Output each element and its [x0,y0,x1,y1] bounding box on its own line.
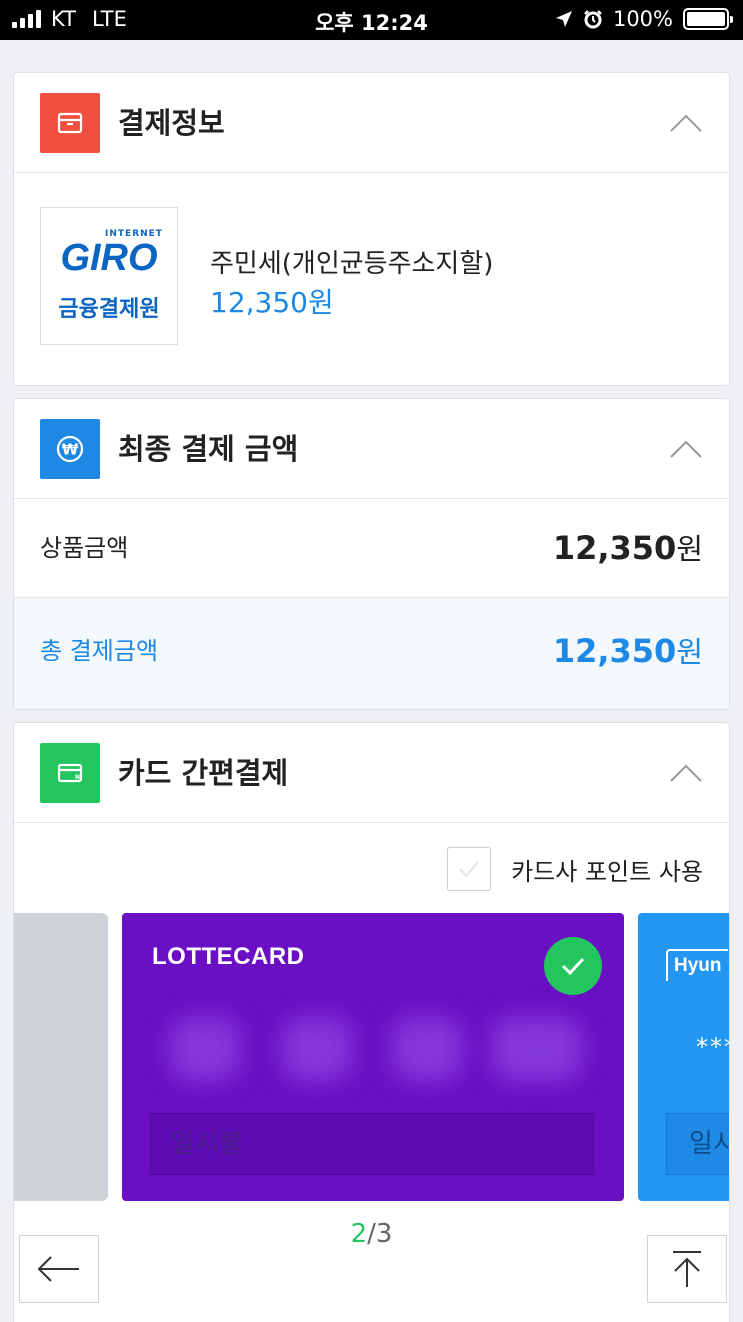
total-amount-number: 12,350 [552,632,677,670]
section-title: 결제정보 [118,106,225,140]
installment-select[interactable]: 일시불 [150,1113,594,1175]
product-amount-number: 12,350 [552,529,677,567]
section-title: 최종 결제 금액 [118,432,299,466]
chevron-up-icon[interactable] [669,111,703,133]
status-right: 100% [555,7,733,31]
won-icon: ₩ [40,419,100,479]
chevron-up-icon[interactable] [669,437,703,459]
total-amount-unit: 원 [676,635,703,669]
card-selected-icon [544,937,602,995]
card-points-option[interactable]: 카드사 포인트 사용 [447,847,703,891]
section-title: 카드 간편결제 [118,756,289,790]
card-pager: 2/3 [14,1219,729,1249]
total-amount-row: 총 결제금액 12,350원 [14,597,729,709]
svg-text:₩: ₩ [62,441,79,459]
back-button[interactable] [19,1235,99,1303]
card-slide-next[interactable]: Hyun *** 일시 [638,913,729,1201]
battery-icon [683,8,733,30]
check-icon [459,861,479,878]
masked-card-number-3 [392,1017,462,1081]
masked-card-number-4 [492,1017,582,1081]
pager-total: /3 [367,1219,393,1249]
masked-card-number-2 [282,1017,352,1081]
scroll-top-icon [673,1251,701,1287]
svg-text:N: N [75,774,80,781]
card-points-label: 카드사 포인트 사용 [511,857,703,886]
card-pay-section: N 카드 간편결제 카드사 포인트 사용 LOTTECARD 일시불 Hyun … [13,722,730,1322]
payment-info-section: 결제정보 INTERNET GIRO 금융결제원 주민세(개인균등주소지할) 1… [13,72,730,386]
status-bar: KT LTE 오후 12:24 100% [0,0,743,40]
next-card-brand: Hyun [666,949,728,981]
final-amount-header[interactable]: ₩ 최종 결제 금액 [14,399,729,499]
logo-korean-text: 금융결제원 [58,297,160,322]
box-icon [40,93,100,153]
total-amount-value: 12,350원 [553,598,703,705]
final-amount-section: ₩ 최종 결제 금액 상품금액 12,350원 총 결제금액 12,350원 [13,398,730,710]
product-name: 주민세(개인균등주소지할) [210,249,494,279]
back-arrow-icon [37,1256,79,1282]
product-amount-label: 상품금액 [40,534,129,562]
product-amount-unit: 원 [676,532,703,566]
payment-info-header[interactable]: 결제정보 [14,73,729,173]
card-icon: N [40,743,100,803]
pager-current: 2 [350,1219,368,1249]
next-card-installment[interactable]: 일시 [666,1113,729,1175]
card-pay-header[interactable]: N 카드 간편결제 [14,723,729,823]
total-amount-label: 총 결제금액 [40,637,159,665]
merchant-logo: INTERNET GIRO 금융결제원 [40,207,178,345]
location-icon [555,11,572,27]
battery-percent: 100% [612,7,673,31]
scroll-top-button[interactable] [647,1235,727,1303]
product-amount-row: 상품금액 12,350원 [14,499,729,597]
card-slide-current[interactable]: LOTTECARD 일시불 [122,913,624,1201]
card-slide-previous[interactable] [14,913,108,1201]
card-brand: LOTTECARD [152,943,305,970]
chevron-up-icon[interactable] [669,761,703,783]
masked-card-number-1 [170,1017,240,1081]
card-points-checkbox[interactable] [447,847,492,891]
product-amount-value: 12,350원 [553,499,703,598]
logo-giro-text: GIRO [60,237,158,279]
product-price: 12,350원 [210,286,334,319]
next-card-masked-number: *** [696,1033,729,1061]
alarm-icon [584,10,602,29]
